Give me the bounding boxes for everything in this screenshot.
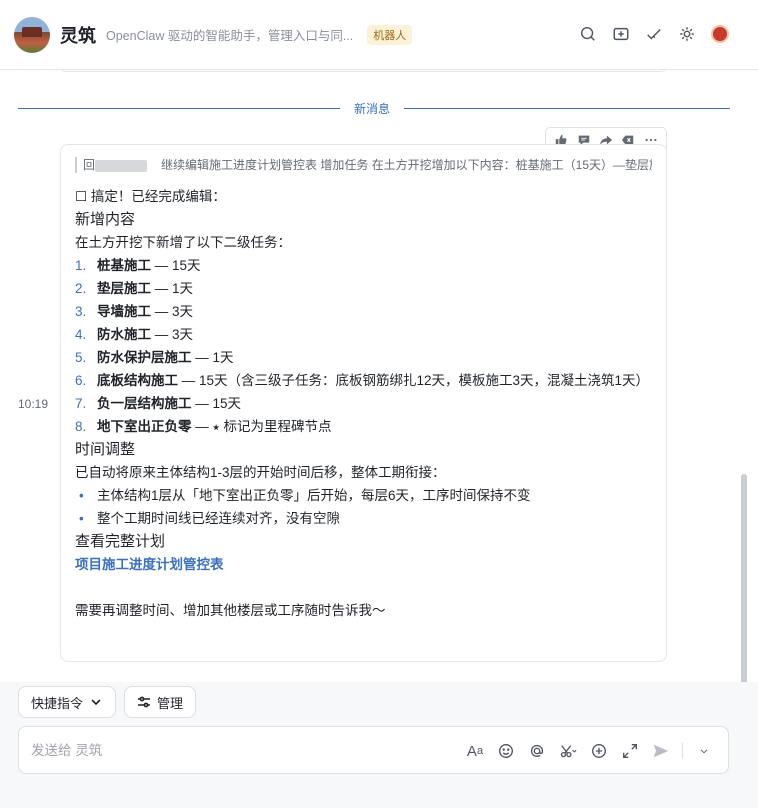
add-icon[interactable] xyxy=(589,741,609,761)
sliders-icon xyxy=(138,696,151,708)
chat-window: 灵筑 OpenClaw 驱动的智能助手，管理入口与同... 机器人 新消息 10… xyxy=(0,0,758,808)
mention-icon[interactable] xyxy=(527,741,547,761)
task-item: 2. 垫层施工 — 1天 xyxy=(75,281,194,296)
previous-message-card xyxy=(60,70,667,72)
section-view-heading: 查看完整计划 xyxy=(75,533,166,550)
manage-button[interactable]: 管理 xyxy=(124,686,197,718)
task-item: 3. 导墙施工 — 3天 xyxy=(75,304,194,319)
task-item: 5. 防水保护层施工 — 1天 xyxy=(75,350,234,365)
chevron-down-icon xyxy=(91,699,101,706)
add-chat-icon[interactable] xyxy=(611,24,631,44)
bullet-item: • 整个工期时间线已经连续对齐，没有空隙 xyxy=(79,511,340,526)
send-icon[interactable] xyxy=(651,741,671,761)
message-composer: Aa xyxy=(18,726,729,774)
shortcut-commands-button[interactable]: 快捷指令 xyxy=(18,686,117,718)
search-icon[interactable] xyxy=(578,24,598,44)
send-divider xyxy=(682,743,683,759)
send-options-chevron-icon[interactable] xyxy=(694,741,714,761)
added-intro: 在土方开挖下新增了以下二级任务： xyxy=(75,235,291,250)
redacted-name xyxy=(95,159,148,172)
time-bullets: • 主体结构1层从「地下室出正负零」后开始，每层6天，工序时间保持不变 • 整个工期… xyxy=(75,484,652,530)
check-task-icon[interactable] xyxy=(644,24,664,44)
scissors-icon[interactable] xyxy=(558,741,578,761)
closing-text: 需要再调整时间、增加其他楼层或工序随时告诉我～ xyxy=(75,603,386,618)
expand-icon[interactable] xyxy=(620,741,640,761)
message-timestamp: 10:19 xyxy=(18,397,49,411)
scrollbar[interactable] xyxy=(741,474,747,682)
section-added-heading: 新增内容 xyxy=(75,211,136,228)
user-avatar-icon[interactable] xyxy=(710,24,730,44)
message-body: ☐ 搞定！已经完成编辑： 新增内容 在土方开挖下新增了以下二级任务： 1. 桩基施… xyxy=(75,185,652,622)
chat-subtitle: OpenClaw 驱动的智能助手，管理入口与同... xyxy=(106,29,354,43)
quoted-reply[interactable]: 回 继续编辑施工进度计划管控表 增加任务 在土方开挖增加以下内容：桩基施工（15天… xyxy=(75,157,652,173)
task-item: 6. 底板结构施工 — 15天（含三级子任务：底板钢筋绑扎12天，模板施工3天，混… xyxy=(75,373,650,388)
chat-header: 灵筑 OpenClaw 驱动的智能助手，管理入口与同... 机器人 xyxy=(0,0,758,70)
section-time-heading: 时间调整 xyxy=(75,441,136,458)
emoji-icon[interactable] xyxy=(496,741,516,761)
bot-badge: 机器人 xyxy=(367,24,413,45)
bot-message-card: 回 继续编辑施工进度计划管控表 增加任务 在土方开挖增加以下内容：桩基施工（15天… xyxy=(60,144,667,662)
task-list: 1. 桩基施工 — 15天 2. 垫层施工 — 1天 3. 导墙施工 — 3天 4. 防… xyxy=(75,254,652,438)
text-format-icon[interactable]: Aa xyxy=(465,741,485,761)
chat-title: 灵筑 xyxy=(60,25,96,46)
settings-gear-icon[interactable] xyxy=(677,24,697,44)
done-line: ☐ 搞定！已经完成编辑： xyxy=(75,189,226,204)
time-intro: 已自动将原来主体结构1-3层的开始时间后移，整体工期衔接： xyxy=(75,465,446,480)
shortcut-label: 快捷指令 xyxy=(31,695,84,711)
header-actions xyxy=(578,24,730,44)
task-item: 1. 桩基施工 — 15天 xyxy=(75,258,201,273)
plan-link[interactable]: 项目施工进度计划管控表 xyxy=(75,553,652,576)
manage-label: 管理 xyxy=(157,695,184,711)
quote-text: 继续编辑施工进度计划管控表 增加任务 在土方开挖增加以下内容：桩基施工（15天）… xyxy=(161,158,652,172)
new-messages-label: 新消息 xyxy=(340,100,405,117)
task-item: 8. 地下室出正负零 — ⭑ 标记为里程碑节点 xyxy=(75,419,332,434)
composer-tools: Aa xyxy=(465,741,714,761)
message-list[interactable]: 新消息 10:19 回 继续编辑施工进度计划管控表 增加任务 在土方开挖增加以下内… xyxy=(0,70,758,682)
task-item: 4. 防水施工 — 3天 xyxy=(75,327,194,342)
message-input[interactable] xyxy=(31,742,331,758)
bullet-item: • 主体结构1层从「地下室出正负零」后开始，每层6天，工序时间保持不变 xyxy=(79,488,531,503)
bot-avatar[interactable] xyxy=(14,16,50,53)
task-item: 7. 负一层结构施工 — 15天 xyxy=(75,396,242,411)
quick-actions: 快捷指令 管理 xyxy=(18,686,197,718)
quote-prefix: 回 xyxy=(83,158,96,172)
